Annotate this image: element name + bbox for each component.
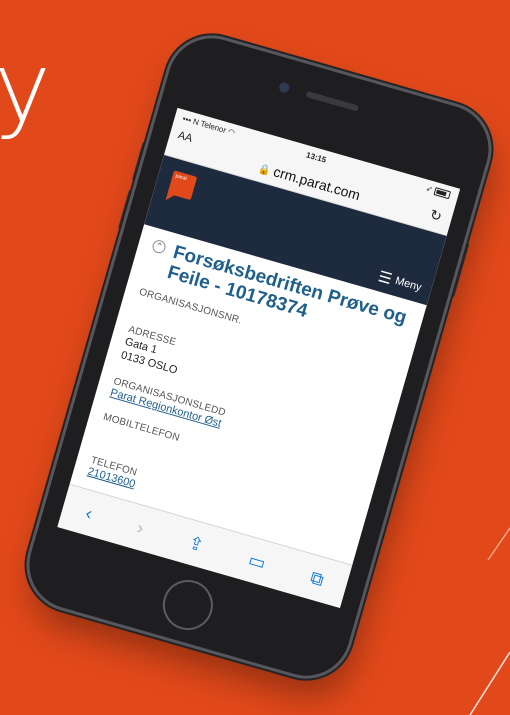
menu-label: Meny: [393, 274, 423, 294]
location-icon: ➶: [424, 183, 434, 195]
forward-icon[interactable]: ›: [135, 517, 146, 539]
hamburger-icon: ☰: [376, 268, 394, 289]
share-icon[interactable]: ⇪: [186, 532, 206, 556]
collapse-icon[interactable]: ⌃: [150, 238, 168, 255]
parat-logo[interactable]: parat: [167, 170, 198, 201]
bookmarks-icon[interactable]: ▭: [246, 549, 268, 574]
lock-icon: 🔒: [256, 163, 272, 178]
battery-icon: [433, 187, 452, 200]
tabs-icon[interactable]: ⧉: [308, 567, 326, 591]
logo-text: parat: [174, 173, 188, 183]
back-icon[interactable]: ‹: [83, 502, 95, 524]
